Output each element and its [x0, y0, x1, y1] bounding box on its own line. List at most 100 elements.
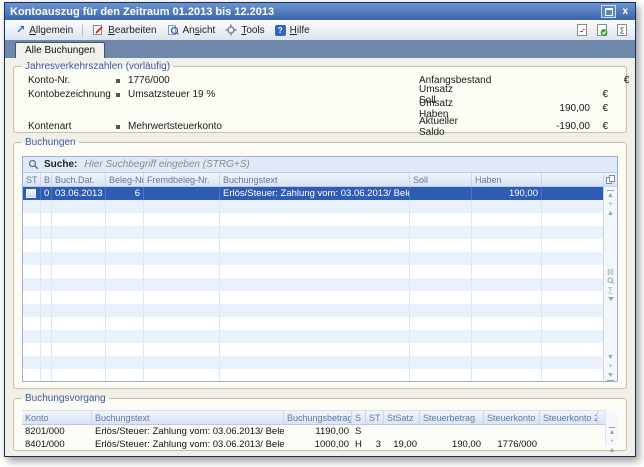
cell-text: Erlös/Steuer: Zahlung vom: 03.06.2013/ B… [92, 438, 284, 451]
report-document-icon[interactable] [575, 23, 589, 37]
column-header-soll[interactable]: Soll [410, 173, 472, 186]
booking-row-selected[interactable]: 0 03.06.2013 6 Erlös/Steuer: Zahlung vom… [23, 187, 603, 200]
menu-allgemein[interactable]: ↗ Allgemein [11, 24, 78, 37]
scroll-up-icon[interactable]: ▲ [607, 209, 614, 218]
cell-konto: 8401/000 [22, 438, 92, 451]
currency-symbol: € [617, 75, 629, 86]
transaction-row[interactable]: 8201/000 Erlös/Steuer: Zahlung vom: 03.0… [22, 425, 605, 438]
field-value: 190,00 [470, 103, 590, 114]
column-header-s[interactable]: S [352, 411, 366, 424]
view-magnifier-icon [167, 24, 179, 36]
column-chooser-icon[interactable] [604, 173, 617, 187]
field-value: 1776/000 [128, 75, 170, 86]
column-header-st[interactable]: ST [23, 173, 41, 186]
booking-empty-row[interactable] [23, 304, 603, 317]
bookings-header-row: ST B Buch.Dat. Beleg-Nr. Fremdbeleg-Nr. … [23, 173, 603, 187]
column-header-st[interactable]: ST [366, 411, 384, 424]
booking-empty-row[interactable] [23, 343, 603, 356]
menu-ansicht[interactable]: Ansicht [162, 23, 221, 37]
field-label: Kontobezeichnung [28, 89, 116, 100]
column-header-konto[interactable]: Konto [22, 411, 92, 424]
cell-steuerbetrag: 190,00 [420, 438, 484, 451]
bookings-legend: Buchungen [22, 137, 79, 148]
column-header-empty [542, 173, 603, 186]
cell-steuerbetrag [420, 425, 484, 438]
tab-alle-buchungen[interactable]: Alle Buchungen [15, 42, 105, 58]
scroll-last-icon[interactable]: ▼ [607, 371, 614, 381]
cell-text: Erlös/Steuer: Zahlung vom: 03.06.2013/ B… [92, 425, 284, 438]
column-header-buchdat[interactable]: Buch.Dat. [52, 173, 106, 186]
booking-empty-row[interactable] [23, 265, 603, 278]
cell-fremdbeleg [144, 187, 220, 200]
menu-ansicht-label: Ansicht [183, 25, 216, 36]
menu-tools[interactable]: Tools [220, 23, 269, 37]
column-header-b[interactable]: B [41, 173, 52, 186]
column-header-buchungsbetrag[interactable]: Buchungsbetrag [284, 411, 352, 424]
menu-hilfe[interactable]: ? Hilfe [270, 24, 315, 37]
close-button[interactable]: x [620, 6, 630, 17]
booking-empty-row[interactable] [23, 200, 603, 213]
cell-steuerkonto1 [484, 425, 540, 438]
booking-empty-row[interactable] [23, 317, 603, 330]
card-view-icon[interactable]: ▤ [607, 268, 614, 277]
cell-haben: 190,00 [472, 187, 542, 200]
zoom-icon[interactable] [607, 277, 615, 286]
column-header-belegnr[interactable]: Beleg-Nr. [106, 173, 144, 186]
titlebar: Kontoauszug für den Zeitraum 01.2013 bis… [5, 3, 635, 20]
booking-empty-row[interactable] [23, 369, 603, 381]
booking-empty-row[interactable] [23, 252, 603, 265]
field-label: Aktueller Saldo [419, 116, 470, 138]
sum-document-icon[interactable]: Σ [615, 23, 629, 37]
cell-s: S [352, 425, 366, 438]
cell-text: Erlös/Steuer: Zahlung vom: 03.06.2013/ B… [220, 187, 410, 200]
field-marker-icon [116, 125, 120, 129]
append-row-icon[interactable]: + [608, 362, 612, 371]
menu-tools-label: Tools [241, 25, 264, 36]
check-document-icon[interactable] [595, 23, 609, 37]
insert-row-icon[interactable]: + [610, 437, 614, 446]
column-header-fremdbelegnr[interactable]: Fremdbeleg-Nr. [144, 173, 220, 186]
gear-icon [225, 24, 237, 36]
column-header-stsatz[interactable]: StSatz [384, 411, 420, 424]
scroll-first-icon[interactable]: ▲ [609, 427, 616, 437]
booking-empty-row[interactable] [23, 226, 603, 239]
transaction-row[interactable]: 8401/000 Erlös/Steuer: Zahlung vom: 03.0… [22, 438, 605, 451]
booking-empty-row[interactable] [23, 291, 603, 304]
grid-side-toolbar: ▲ + ▲ ▤ ∑ ▼ + ▼ [603, 173, 617, 381]
booking-empty-row[interactable] [23, 278, 603, 291]
booking-empty-row[interactable] [23, 356, 603, 369]
cell-date: 03.06.2013 [52, 187, 106, 200]
scroll-down-icon[interactable]: ▼ [607, 353, 614, 362]
booking-empty-row[interactable] [23, 239, 603, 252]
menu-separator [82, 24, 83, 37]
filter-icon[interactable] [608, 297, 614, 301]
column-header-steuerkonto1[interactable]: Steuerkonto 1 [484, 411, 540, 424]
column-header-steuerkonto2[interactable]: Steuerkonto 2 [540, 411, 598, 424]
search-label: Suche: [44, 159, 77, 170]
booking-empty-row[interactable] [23, 213, 603, 226]
cell-st [366, 425, 384, 438]
menu-bearbeiten[interactable]: Bearbeiten [87, 23, 161, 37]
cell-beleg: 6 [106, 187, 144, 200]
booking-empty-row[interactable] [23, 330, 603, 343]
search-input[interactable] [82, 158, 612, 171]
currency-symbol: € [596, 89, 608, 100]
insert-row-icon[interactable]: + [608, 200, 612, 209]
scroll-up-icon[interactable]: ▲ [609, 446, 616, 455]
column-header-buchungstext[interactable]: Buchungstext [92, 411, 284, 424]
column-header-empty [598, 411, 605, 424]
cell-stsatz: 19,00 [384, 438, 420, 451]
cell-betrag: 1190,00 [284, 425, 352, 438]
transaction-side-toolbar: ▲ + ▲ [605, 410, 618, 446]
transaction-section: Buchungsvorgang Konto Buchungstext Buchu… [13, 393, 627, 451]
column-header-buchungstext[interactable]: Buchungstext [220, 173, 410, 186]
scroll-first-icon[interactable]: ▲ [607, 190, 614, 200]
column-header-haben[interactable]: Haben [472, 173, 542, 186]
restore-button[interactable] [601, 5, 616, 18]
app-window: Kontoauszug für den Zeitraum 01.2013 bis… [4, 2, 636, 457]
sum-icon[interactable]: ∑ [608, 286, 613, 295]
field-label: Konto-Nr. [28, 75, 116, 86]
menu-allgemein-label: Allgemein [29, 25, 73, 36]
cell-b: 0 [41, 187, 52, 200]
column-header-steuerbetrag[interactable]: Steuerbetrag [420, 411, 484, 424]
